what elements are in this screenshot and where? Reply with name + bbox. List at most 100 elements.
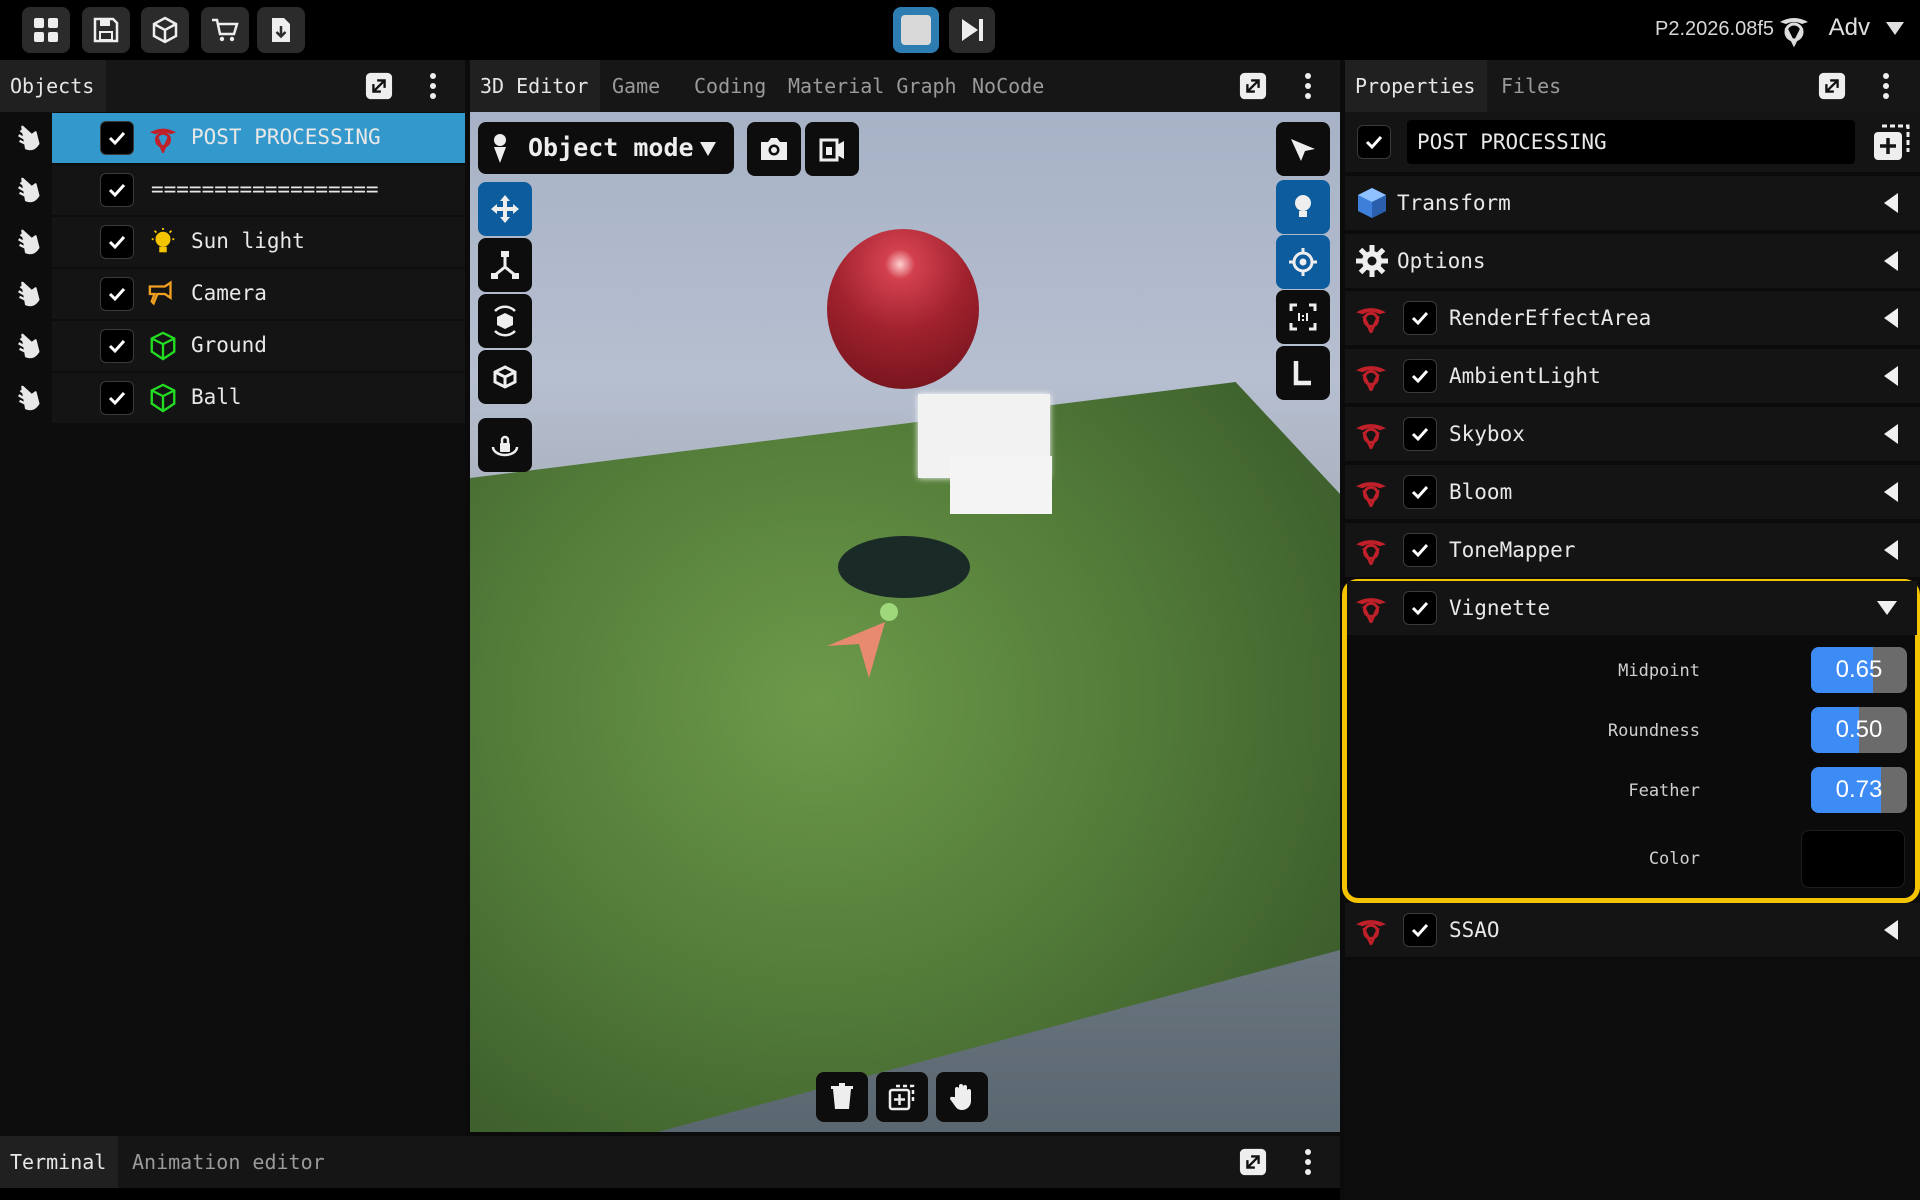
visibility-checkbox[interactable] bbox=[100, 381, 134, 415]
pivot-toggle-button[interactable] bbox=[1276, 235, 1330, 289]
maximize-icon[interactable] bbox=[364, 71, 394, 101]
object-label: Sun light bbox=[191, 229, 305, 253]
object-label: Ball bbox=[191, 385, 242, 409]
section-skybox[interactable]: Skybox bbox=[1345, 407, 1920, 461]
maximize-icon[interactable] bbox=[1817, 71, 1847, 101]
store-button[interactable] bbox=[201, 7, 249, 53]
section-ambient-light[interactable]: AmbientLight bbox=[1345, 349, 1920, 403]
section-render-effect-area[interactable]: RenderEffectArea bbox=[1345, 291, 1920, 345]
orbit-lock-button[interactable] bbox=[478, 418, 532, 472]
visibility-checkbox[interactable] bbox=[100, 329, 134, 363]
drag-hand-icon[interactable] bbox=[8, 170, 48, 210]
drag-hand-icon[interactable] bbox=[8, 326, 48, 366]
screenshot-button[interactable] bbox=[747, 122, 801, 176]
visibility-checkbox[interactable] bbox=[100, 277, 134, 311]
tab-animation-editor[interactable]: Animation editor bbox=[122, 1136, 335, 1188]
tab-material-graph[interactable]: Material Graph bbox=[778, 60, 967, 112]
visibility-checkbox[interactable] bbox=[100, 121, 134, 155]
duplicate-button[interactable] bbox=[876, 1072, 928, 1122]
camera-gizmo[interactable] bbox=[825, 602, 905, 682]
chevron-down-icon[interactable] bbox=[1886, 22, 1904, 35]
effect-enabled-checkbox[interactable] bbox=[1403, 533, 1437, 567]
chevron-down-icon bbox=[1877, 601, 1897, 615]
section-bloom[interactable]: Bloom bbox=[1345, 465, 1920, 519]
view-camera-button[interactable] bbox=[805, 122, 859, 176]
roundness-label: Roundness bbox=[1607, 721, 1700, 741]
tab-terminal[interactable]: Terminal bbox=[0, 1136, 118, 1188]
tab-game[interactable]: Game bbox=[602, 60, 670, 112]
visibility-checkbox[interactable] bbox=[100, 225, 134, 259]
effect-enabled-checkbox[interactable] bbox=[1403, 591, 1437, 625]
section-vignette[interactable]: Vignette bbox=[1347, 581, 1917, 635]
tab-coding[interactable]: Coding bbox=[684, 60, 776, 112]
color-label: Color bbox=[1648, 849, 1700, 869]
list-item[interactable]: POST PROCESSING bbox=[0, 112, 465, 164]
section-ssao[interactable]: SSAO bbox=[1345, 903, 1920, 957]
ball-object[interactable] bbox=[827, 229, 979, 389]
effect-enabled-checkbox[interactable] bbox=[1403, 301, 1437, 335]
effect-enabled-checkbox[interactable] bbox=[1403, 359, 1437, 393]
color-swatch[interactable] bbox=[1801, 830, 1905, 888]
dashboard-button[interactable] bbox=[22, 7, 70, 53]
scale-axes-icon bbox=[491, 251, 519, 279]
rotate-tool-button[interactable] bbox=[478, 294, 532, 348]
move-tool-button[interactable] bbox=[478, 182, 532, 236]
tab-properties[interactable]: Properties bbox=[1345, 60, 1487, 112]
add-component-icon[interactable] bbox=[1872, 124, 1910, 162]
midpoint-slider[interactable]: 0.65 bbox=[1811, 647, 1907, 693]
midpoint-label: Midpoint bbox=[1618, 661, 1700, 681]
stop-button[interactable] bbox=[893, 7, 939, 53]
bulb-icon bbox=[148, 227, 178, 257]
effect-enabled-checkbox[interactable] bbox=[1403, 475, 1437, 509]
scale-tool-button[interactable] bbox=[478, 238, 532, 292]
effect-enabled-checkbox[interactable] bbox=[1403, 417, 1437, 451]
pan-button[interactable] bbox=[936, 1072, 988, 1122]
more-icon[interactable] bbox=[1293, 1147, 1323, 1177]
local-space-button[interactable] bbox=[1276, 346, 1330, 400]
logo-icon[interactable] bbox=[1776, 12, 1812, 48]
transform-tool-button[interactable] bbox=[478, 350, 532, 404]
list-item[interactable]: Ball bbox=[0, 372, 465, 424]
roundness-slider[interactable]: 0.50 bbox=[1811, 707, 1907, 753]
object-mode-select[interactable]: Object mode bbox=[478, 122, 734, 174]
3d-viewport[interactable]: Object mode bbox=[470, 112, 1340, 1132]
list-item[interactable]: Camera bbox=[0, 268, 465, 320]
list-item[interactable]: Ground bbox=[0, 320, 465, 372]
check-icon bbox=[108, 391, 126, 406]
package-button[interactable] bbox=[141, 7, 189, 53]
more-icon[interactable] bbox=[1293, 71, 1323, 101]
feather-slider[interactable]: 0.73 bbox=[1811, 767, 1907, 813]
tab-3d-editor[interactable]: 3D Editor bbox=[470, 60, 600, 112]
maximize-icon[interactable] bbox=[1238, 71, 1268, 101]
export-button[interactable] bbox=[257, 7, 305, 53]
section-tone-mapper[interactable]: ToneMapper bbox=[1345, 523, 1920, 577]
delete-button[interactable] bbox=[816, 1072, 868, 1122]
visibility-checkbox[interactable] bbox=[100, 173, 134, 207]
tab-nocode[interactable]: NoCode bbox=[962, 60, 1054, 112]
drag-hand-icon[interactable] bbox=[8, 274, 48, 314]
select-tool-button[interactable] bbox=[1276, 122, 1330, 176]
tab-objects[interactable]: Objects bbox=[0, 60, 106, 112]
section-transform[interactable]: Transform bbox=[1345, 176, 1920, 230]
list-item[interactable]: Sun light bbox=[0, 216, 465, 268]
mode-select[interactable]: Adv bbox=[1829, 14, 1870, 42]
effect-enabled-checkbox[interactable] bbox=[1403, 913, 1437, 947]
drag-hand-icon[interactable] bbox=[8, 222, 48, 262]
section-options[interactable]: Options bbox=[1345, 234, 1920, 288]
maximize-icon[interactable] bbox=[1238, 1147, 1268, 1177]
check-icon bbox=[108, 339, 126, 354]
object-name-input[interactable]: POST PROCESSING bbox=[1407, 120, 1855, 164]
drag-hand-icon[interactable] bbox=[8, 378, 48, 418]
section-label: SSAO bbox=[1449, 918, 1500, 942]
object-enabled-checkbox[interactable] bbox=[1357, 125, 1391, 159]
lighting-toggle-button[interactable] bbox=[1276, 180, 1330, 234]
step-button[interactable] bbox=[949, 7, 995, 53]
chevron-left-icon bbox=[1884, 482, 1898, 502]
save-button[interactable] bbox=[82, 7, 130, 53]
tab-files[interactable]: Files bbox=[1491, 60, 1571, 112]
more-icon[interactable] bbox=[418, 71, 448, 101]
frame-selection-button[interactable] bbox=[1276, 290, 1330, 344]
list-item[interactable]: ================== bbox=[0, 164, 465, 216]
more-icon[interactable] bbox=[1871, 71, 1901, 101]
drag-hand-icon[interactable] bbox=[8, 118, 48, 158]
